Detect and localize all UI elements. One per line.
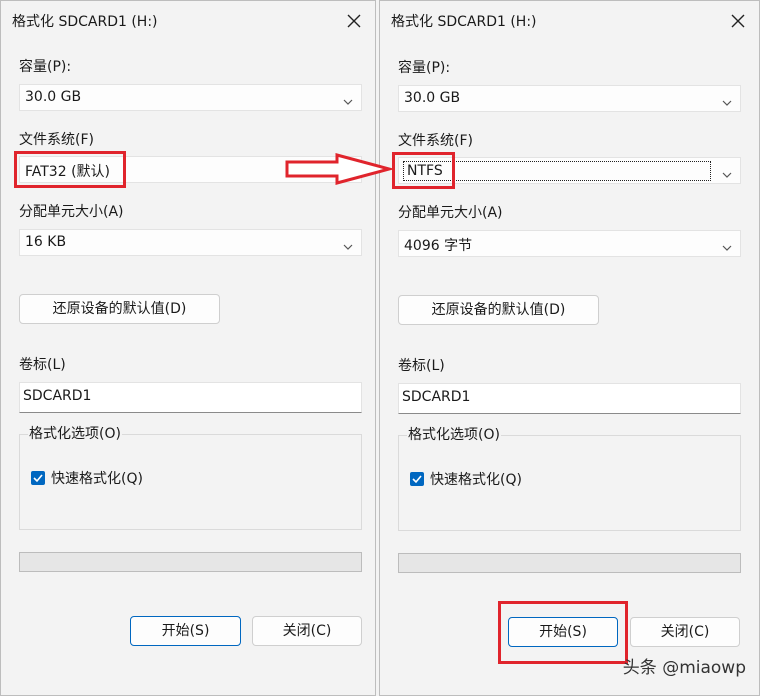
close-button[interactable]: 关闭(C)	[252, 616, 362, 646]
format-options-group: 格式化选项(O) 快速格式化(Q)	[19, 423, 362, 530]
chevron-down-icon	[722, 240, 732, 251]
close-icon[interactable]	[725, 8, 751, 34]
chevron-down-icon	[722, 95, 732, 106]
filesystem-label: 文件系统(F)	[398, 133, 473, 149]
allocation-value: 16 KB	[25, 234, 67, 250]
capacity-dropdown[interactable]: 30.0 GB	[19, 84, 362, 111]
filesystem-label: 文件系统(F)	[19, 132, 94, 148]
dialog-title: 格式化 SDCARD1 (H:)	[12, 14, 158, 30]
format-options-title: 格式化选项(O)	[28, 423, 122, 443]
capacity-dropdown[interactable]: 30.0 GB	[398, 85, 741, 112]
highlight-box-filesystem	[392, 152, 455, 189]
close-button[interactable]: 关闭(C)	[630, 617, 740, 647]
chevron-down-icon	[722, 167, 732, 178]
format-dialog-left: 格式化 SDCARD1 (H:) 容量(P): 30.0 GB 文件系统(F) …	[0, 0, 376, 696]
allocation-label: 分配单元大小(A)	[19, 204, 124, 220]
volume-label-input[interactable]: SDCARD1	[398, 383, 741, 414]
allocation-dropdown[interactable]: 16 KB	[19, 229, 362, 256]
checkmark-icon	[33, 474, 43, 483]
format-progress-bar	[19, 552, 362, 572]
chevron-down-icon	[343, 94, 353, 105]
restore-defaults-button[interactable]: 还原设备的默认值(D)	[19, 294, 220, 324]
checkmark-icon	[412, 475, 422, 484]
format-options-title: 格式化选项(O)	[407, 424, 501, 444]
format-dialog-right: 格式化 SDCARD1 (H:) 容量(P): 30.0 GB 文件系统(F) …	[379, 0, 760, 696]
capacity-value: 30.0 GB	[25, 89, 82, 105]
format-options-group: 格式化选项(O) 快速格式化(Q)	[398, 424, 741, 531]
title-bar: 格式化 SDCARD1 (H:)	[1, 1, 375, 41]
allocation-dropdown[interactable]: 4096 字节	[398, 230, 741, 257]
capacity-value: 30.0 GB	[404, 90, 461, 106]
volume-label-value: SDCARD1	[402, 389, 471, 405]
volume-label: 卷标(L)	[19, 357, 66, 373]
quick-format-checkbox[interactable]	[410, 472, 424, 486]
capacity-label: 容量(P):	[398, 60, 451, 76]
volume-label-value: SDCARD1	[23, 388, 92, 404]
chevron-down-icon	[343, 239, 353, 250]
restore-defaults-button[interactable]: 还原设备的默认值(D)	[398, 295, 599, 325]
watermark: 头条 @miaowp	[622, 658, 746, 678]
allocation-value: 4096 字节	[404, 238, 473, 254]
highlight-box-filesystem	[14, 151, 126, 188]
format-progress-bar	[398, 553, 741, 573]
close-icon[interactable]	[341, 8, 367, 34]
right-arrow-icon	[285, 153, 393, 185]
title-bar: 格式化 SDCARD1 (H:)	[380, 1, 759, 41]
dialog-title: 格式化 SDCARD1 (H:)	[391, 14, 537, 30]
quick-format-label[interactable]: 快速格式化(Q)	[430, 469, 522, 489]
allocation-label: 分配单元大小(A)	[398, 205, 503, 221]
volume-label-input[interactable]: SDCARD1	[19, 382, 362, 413]
quick-format-checkbox[interactable]	[31, 471, 45, 485]
quick-format-label[interactable]: 快速格式化(Q)	[51, 468, 143, 488]
highlight-box-start	[498, 601, 628, 664]
start-button[interactable]: 开始(S)	[130, 616, 241, 646]
capacity-label: 容量(P):	[19, 59, 72, 75]
volume-label: 卷标(L)	[398, 358, 445, 374]
